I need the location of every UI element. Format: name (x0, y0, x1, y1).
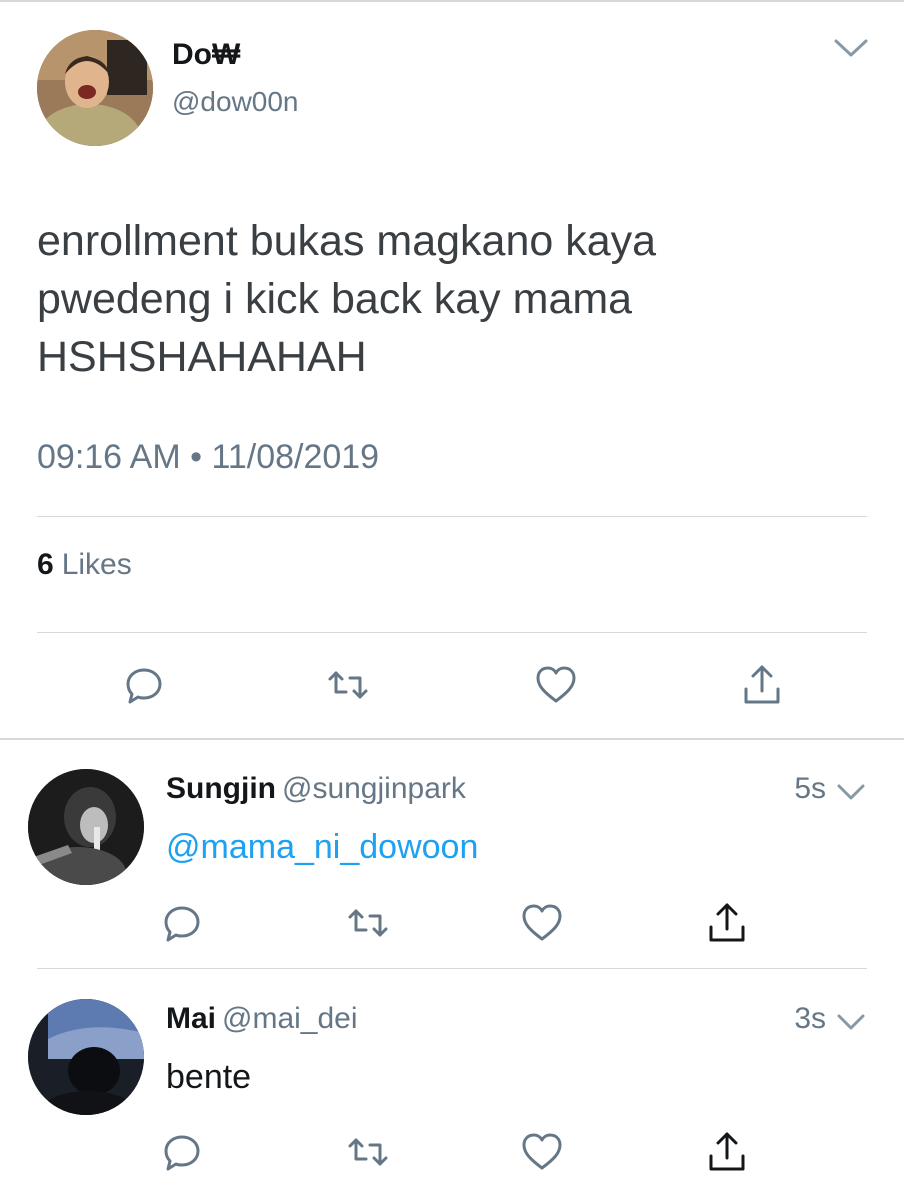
heart-icon[interactable] (518, 899, 566, 947)
divider (37, 516, 867, 517)
reply-text: bente (166, 1058, 252, 1096)
divider (0, 738, 904, 740)
reply-time: 3s (794, 1002, 826, 1035)
reply-header: Sungjin @sungjinpark (166, 772, 466, 806)
reply-author-name[interactable]: Sungjin (166, 772, 276, 805)
heart-icon[interactable] (532, 661, 580, 709)
divider (37, 632, 867, 633)
author-name[interactable]: Do₩ (172, 38, 240, 72)
top-divider (0, 0, 904, 2)
heart-icon[interactable] (518, 1128, 566, 1176)
likes-label: Likes (61, 548, 132, 581)
reply-author-handle[interactable]: @mai_dei (222, 1002, 358, 1035)
chevron-down-icon[interactable] (836, 1012, 866, 1032)
retweet-icon[interactable] (344, 899, 392, 947)
tweet-text-line: enrollment bukas magkano kaya (37, 217, 657, 265)
share-icon[interactable] (738, 661, 786, 709)
likes-count: 6 (37, 548, 54, 581)
likes-summary[interactable]: 6 Likes (37, 548, 132, 582)
retweet-icon[interactable] (324, 661, 372, 709)
avatar[interactable] (37, 30, 153, 146)
share-icon[interactable] (703, 899, 751, 947)
reply-icon[interactable] (158, 899, 206, 947)
reply-icon[interactable] (158, 1128, 206, 1176)
tweet-timestamp[interactable]: 09:16 AM • 11/08/2019 (37, 438, 379, 477)
tweet-text-line: HSHSHAHAHAH (37, 333, 367, 381)
chevron-down-icon[interactable] (833, 36, 869, 60)
author-handle[interactable]: @dow00n (172, 86, 299, 118)
reply-header: Mai @mai_dei (166, 1002, 358, 1036)
tweet-text-line: pwedeng i kick back kay mama (37, 275, 633, 323)
share-icon[interactable] (703, 1128, 751, 1176)
reply-icon[interactable] (120, 661, 168, 709)
retweet-icon[interactable] (344, 1128, 392, 1176)
divider (37, 968, 867, 969)
reply-author-handle[interactable]: @sungjinpark (282, 772, 466, 805)
reply-time: 5s (794, 772, 826, 805)
avatar[interactable] (28, 769, 144, 885)
avatar[interactable] (28, 999, 144, 1115)
chevron-down-icon[interactable] (836, 782, 866, 802)
tweet-text: enrollment bukas magkano kaya pwedeng i … (37, 212, 867, 386)
mention-link[interactable]: @mama_ni_dowoon (166, 828, 478, 867)
reply-author-name[interactable]: Mai (166, 1002, 216, 1035)
